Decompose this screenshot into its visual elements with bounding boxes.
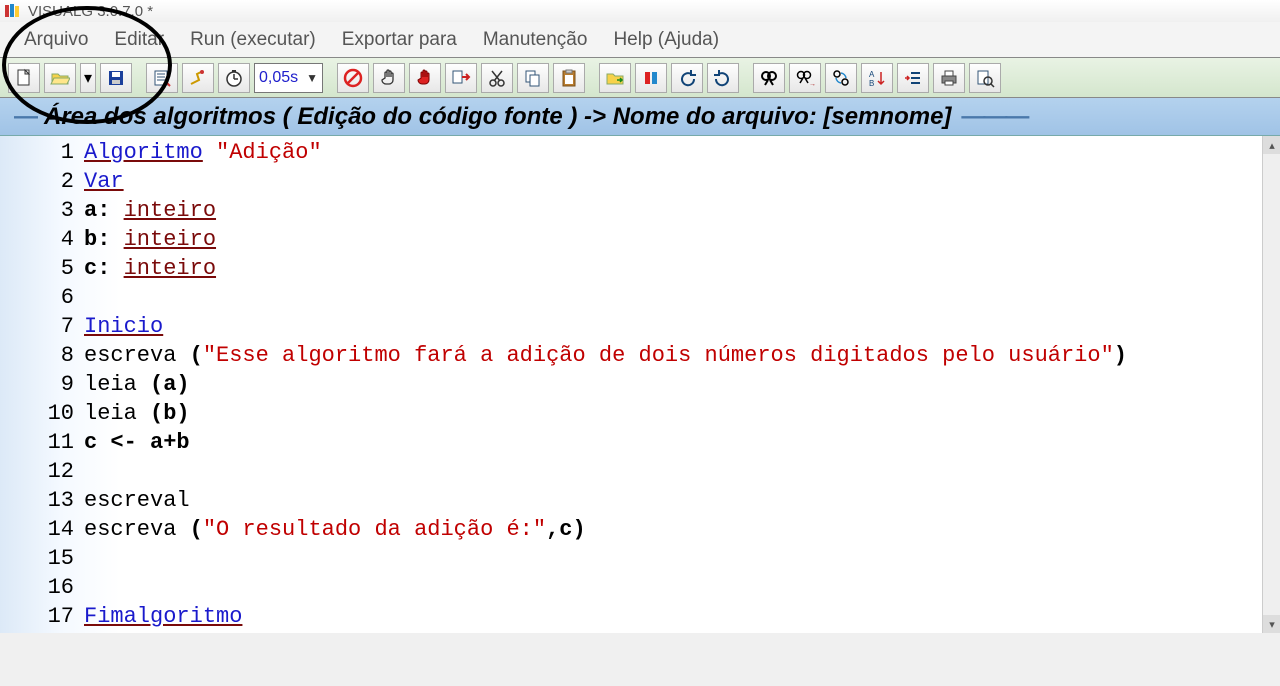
code-line[interactable]: 17Fimalgoritmo [0, 602, 1280, 631]
menu-help[interactable]: Help (Ajuda) [609, 25, 723, 55]
save-button[interactable] [100, 63, 132, 93]
line-number: 17 [0, 602, 84, 631]
line-code[interactable]: Fimalgoritmo [84, 602, 242, 631]
svg-text:A: A [869, 70, 875, 79]
line-number: 12 [0, 457, 84, 486]
line-number: 1 [0, 138, 84, 167]
menu-manutencao[interactable]: Manutenção [479, 25, 592, 55]
code-line[interactable]: 7Inicio [0, 312, 1280, 341]
chevron-down-icon: ▼ [306, 71, 318, 85]
line-number: 9 [0, 370, 84, 399]
line-number: 13 [0, 486, 84, 515]
app-title: VISUALG 3.0.7.0 * [28, 3, 153, 20]
new-file-button[interactable] [8, 63, 40, 93]
line-code[interactable]: escreva ("O resultado da adição é:",c) [84, 515, 586, 544]
code-line[interactable]: 5c: inteiro [0, 254, 1280, 283]
menubar: Arquivo Editar Run (executar) Exportar p… [0, 22, 1280, 58]
speed-value: 0,05s [259, 69, 298, 87]
bookmark-button[interactable] [635, 63, 667, 93]
toolbar: ▾ 0,05s ▼ [0, 58, 1280, 98]
timer-button[interactable] [218, 63, 250, 93]
line-number: 16 [0, 573, 84, 602]
line-number: 11 [0, 428, 84, 457]
app-icon [4, 2, 22, 20]
code-line[interactable]: 10leia (b) [0, 399, 1280, 428]
cut-button[interactable] [481, 63, 513, 93]
line-number: 3 [0, 196, 84, 225]
code-line[interactable]: 13escreval [0, 486, 1280, 515]
code-line[interactable]: 6 [0, 283, 1280, 312]
step-button[interactable] [445, 63, 477, 93]
line-number: 10 [0, 399, 84, 428]
menu-exportar[interactable]: Exportar para [338, 25, 461, 55]
find-next-button[interactable]: → [789, 63, 821, 93]
line-number: 5 [0, 254, 84, 283]
paste-button[interactable] [553, 63, 585, 93]
banner-text: Área dos algoritmos ( Edição do código f… [44, 103, 951, 131]
code-panel: — Área dos algoritmos ( Edição do código… [0, 98, 1280, 633]
line-code[interactable]: escreval [84, 486, 190, 515]
line-code[interactable]: b: inteiro [84, 225, 216, 254]
line-code[interactable]: leia (b) [84, 399, 190, 428]
find-button[interactable] [753, 63, 785, 93]
line-number: 4 [0, 225, 84, 254]
code-line[interactable]: 4b: inteiro [0, 225, 1280, 254]
line-number: 6 [0, 283, 84, 312]
menu-run[interactable]: Run (executar) [186, 25, 320, 55]
line-code[interactable]: c: inteiro [84, 254, 216, 283]
list-button[interactable] [146, 63, 178, 93]
code-line[interactable]: 15 [0, 544, 1280, 573]
print-button[interactable] [933, 63, 965, 93]
scroll-up-icon[interactable]: ▴ [1263, 136, 1280, 154]
code-line[interactable]: 9leia (a) [0, 370, 1280, 399]
code-line[interactable]: 8escreva ("Esse algoritmo fará a adição … [0, 341, 1280, 370]
code-editor[interactable]: 1Algoritmo "Adição"2Var3a: inteiro4b: in… [0, 136, 1280, 633]
code-line[interactable]: 11c <- a+b [0, 428, 1280, 457]
speed-combo[interactable]: 0,05s ▼ [254, 63, 323, 93]
code-line[interactable]: 2Var [0, 167, 1280, 196]
line-code[interactable]: escreva ("Esse algoritmo fará a adição d… [84, 341, 1127, 370]
menu-editar[interactable]: Editar [110, 25, 168, 55]
replace-button[interactable] [825, 63, 857, 93]
line-number: 2 [0, 167, 84, 196]
sort-button[interactable]: AB [861, 63, 893, 93]
redo-button[interactable] [707, 63, 739, 93]
code-line[interactable]: 16 [0, 573, 1280, 602]
stop-button[interactable] [337, 63, 369, 93]
undo-button[interactable] [671, 63, 703, 93]
line-number: 7 [0, 312, 84, 341]
svg-text:B: B [869, 79, 874, 88]
line-code[interactable]: Var [84, 167, 124, 196]
hand-stop-button[interactable] [409, 63, 441, 93]
folder-button[interactable] [599, 63, 631, 93]
line-code[interactable]: leia (a) [84, 370, 190, 399]
open-dropdown-button[interactable]: ▾ [80, 63, 96, 93]
preview-button[interactable] [969, 63, 1001, 93]
scroll-down-icon[interactable]: ▾ [1263, 615, 1280, 633]
line-code[interactable]: c <- a+b [84, 428, 190, 457]
line-number: 15 [0, 544, 84, 573]
open-file-button[interactable] [44, 63, 76, 93]
debug-button[interactable] [182, 63, 214, 93]
code-line[interactable]: 1Algoritmo "Adição" [0, 138, 1280, 167]
vertical-scrollbar[interactable]: ▴ ▾ [1262, 136, 1280, 633]
indent-button[interactable] [897, 63, 929, 93]
menu-arquivo[interactable]: Arquivo [20, 25, 92, 55]
line-code[interactable]: Algoritmo "Adição" [84, 138, 322, 167]
code-line[interactable]: 14escreva ("O resultado da adição é:",c) [0, 515, 1280, 544]
code-banner: — Área dos algoritmos ( Edição do código… [0, 98, 1280, 136]
line-number: 14 [0, 515, 84, 544]
hand-button[interactable] [373, 63, 405, 93]
line-code[interactable]: a: inteiro [84, 196, 216, 225]
svg-text:→: → [809, 81, 815, 88]
code-line[interactable]: 3a: inteiro [0, 196, 1280, 225]
line-number: 8 [0, 341, 84, 370]
code-line[interactable]: 12 [0, 457, 1280, 486]
copy-button[interactable] [517, 63, 549, 93]
titlebar: VISUALG 3.0.7.0 * [0, 0, 1280, 22]
line-code[interactable]: Inicio [84, 312, 163, 341]
